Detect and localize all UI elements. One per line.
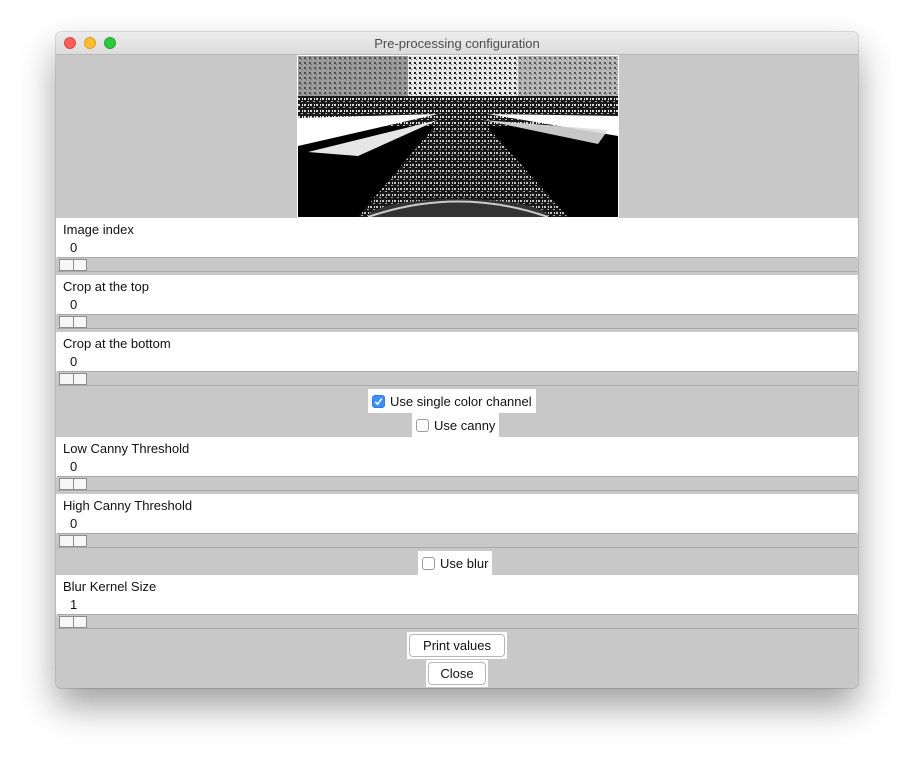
slider-thumb[interactable] <box>59 316 87 328</box>
high-canny-slider[interactable] <box>57 533 857 548</box>
preview-image <box>297 55 619 218</box>
image-index-label: Image index <box>63 222 134 237</box>
title-bar[interactable]: Pre-processing configuration <box>56 32 858 55</box>
single-channel-label: Use single color channel <box>390 393 532 409</box>
crop-bottom-row <box>56 332 858 372</box>
low-canny-slider[interactable] <box>57 476 857 491</box>
crop-top-slider[interactable] <box>57 314 857 329</box>
image-index-value: 0 <box>70 240 78 255</box>
canny-label: Use canny <box>434 417 496 433</box>
slider-thumb[interactable] <box>59 535 87 547</box>
image-index-row <box>56 218 858 258</box>
crop-bottom-slider[interactable] <box>57 371 857 386</box>
slider-thumb[interactable] <box>59 373 87 385</box>
slider-thumb[interactable] <box>59 259 87 271</box>
slider-thumb[interactable] <box>59 616 87 628</box>
blur-kernel-slider[interactable] <box>57 614 857 629</box>
canny-checkbox[interactable]: Use canny <box>412 413 500 437</box>
slider-thumb[interactable] <box>59 478 87 490</box>
crop-top-row <box>56 275 858 315</box>
blur-kernel-label: Blur Kernel Size <box>63 579 157 594</box>
close-button[interactable]: Close <box>428 662 486 685</box>
low-canny-label: Low Canny Threshold <box>63 441 190 456</box>
checkbox-unchecked-icon[interactable] <box>416 418 429 432</box>
print-values-button-wrap: Print values <box>407 632 507 659</box>
low-canny-value: 0 <box>70 459 78 474</box>
checkbox-checked-icon[interactable] <box>372 394 385 408</box>
print-values-button[interactable]: Print values <box>409 634 505 657</box>
crop-top-label: Crop at the top <box>63 279 149 294</box>
checkbox-unchecked-icon[interactable] <box>422 556 435 570</box>
crop-bottom-label: Crop at the bottom <box>63 336 171 351</box>
image-index-slider[interactable] <box>57 257 857 272</box>
close-button-wrap: Close <box>426 660 488 687</box>
preprocessing-window: Pre-processing configuration Image index… <box>56 32 858 688</box>
window-title: Pre-processing configuration <box>374 36 540 51</box>
single-channel-checkbox[interactable]: Use single color channel <box>368 389 536 413</box>
high-canny-label: High Canny Threshold <box>63 498 193 513</box>
blur-label: Use blur <box>440 555 489 571</box>
high-canny-value: 0 <box>70 516 78 531</box>
blur-checkbox[interactable]: Use blur <box>418 551 493 575</box>
crop-top-value: 0 <box>70 297 78 312</box>
blur-kernel-row <box>56 575 858 615</box>
crop-bottom-value: 0 <box>70 354 78 369</box>
blur-kernel-value: 1 <box>70 597 78 612</box>
